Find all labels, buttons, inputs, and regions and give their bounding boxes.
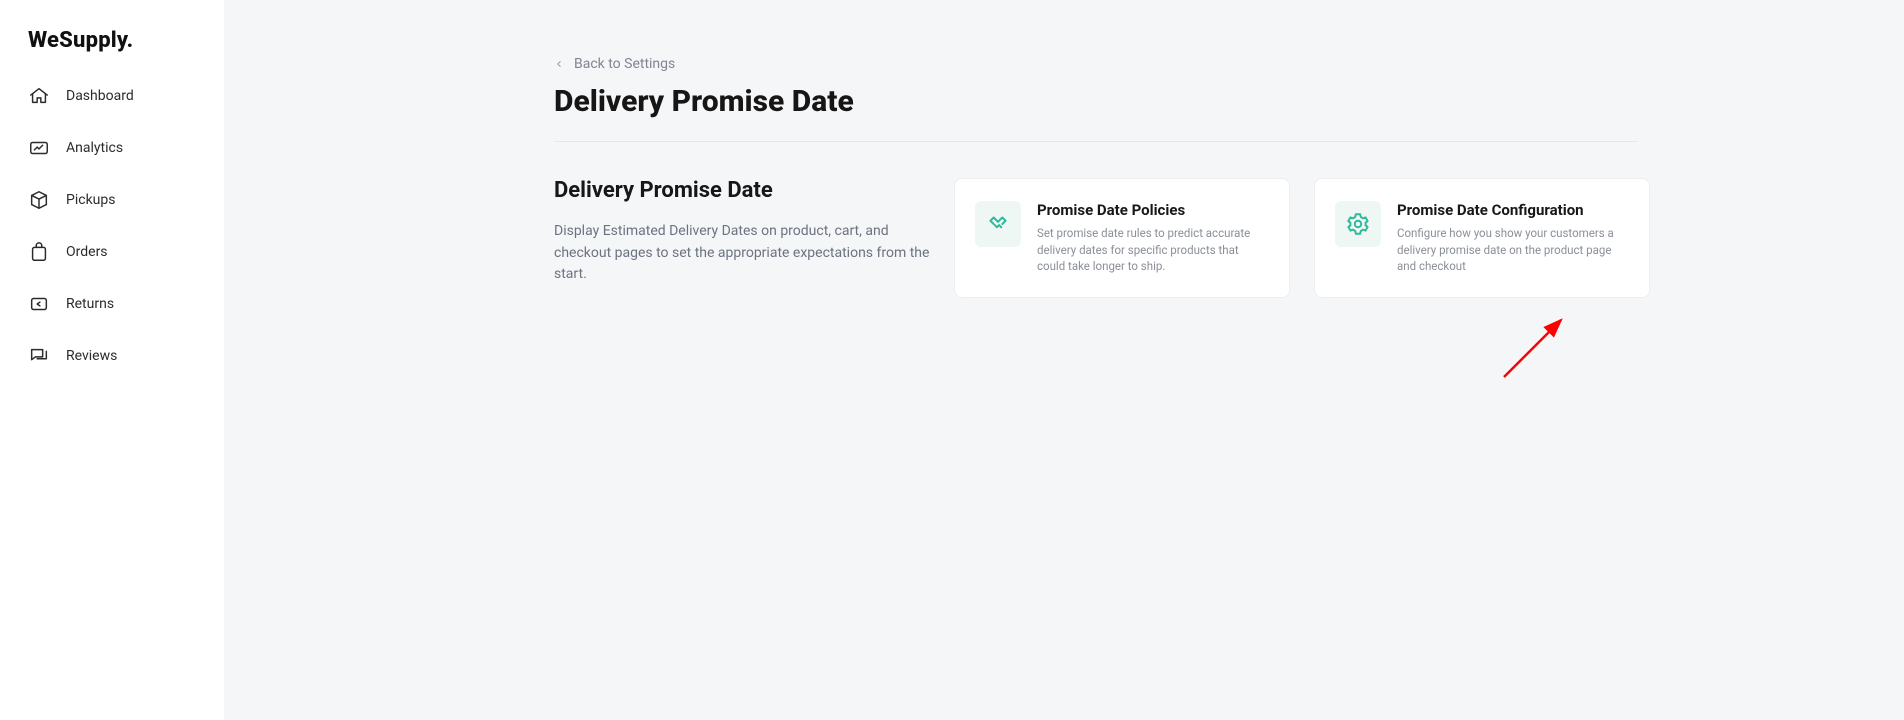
brand-logo: WeSupply.	[28, 28, 208, 53]
section-intro: Delivery Promise Date Display Estimated …	[554, 178, 930, 286]
content: Back to Settings Delivery Promise Date D…	[554, 56, 1638, 298]
card-title: Promise Date Configuration	[1397, 201, 1629, 219]
card-description: Configure how you show your customers a …	[1397, 225, 1629, 275]
sidebar-item-pickups[interactable]: Pickups	[28, 189, 208, 211]
back-to-settings-link[interactable]: Back to Settings	[554, 56, 1638, 72]
box-icon	[28, 189, 50, 211]
house-icon	[28, 85, 50, 107]
card-body: Promise Date Configuration Configure how…	[1397, 201, 1629, 275]
annotation-arrow	[1499, 312, 1579, 382]
nav-label: Analytics	[66, 140, 123, 156]
sidebar-item-reviews[interactable]: Reviews	[28, 345, 208, 367]
nav-label: Pickups	[66, 192, 115, 208]
section-title: Delivery Promise Date	[554, 178, 930, 203]
chat-icon	[28, 345, 50, 367]
nav-label: Dashboard	[66, 88, 134, 104]
chevron-left-icon	[554, 59, 564, 69]
page-title: Delivery Promise Date	[554, 84, 1638, 119]
main-area: Back to Settings Delivery Promise Date D…	[224, 0, 1904, 720]
card-description: Set promise date rules to predict accura…	[1037, 225, 1269, 275]
sidebar-nav: Dashboard Analytics Pickups	[28, 85, 208, 367]
back-link-label: Back to Settings	[574, 56, 675, 72]
divider	[554, 141, 1638, 142]
sidebar-item-dashboard[interactable]: Dashboard	[28, 85, 208, 107]
handshake-icon	[975, 201, 1021, 247]
section-row: Delivery Promise Date Display Estimated …	[554, 178, 1638, 298]
bag-icon	[28, 241, 50, 263]
nav-label: Returns	[66, 296, 114, 312]
card-body: Promise Date Policies Set promise date r…	[1037, 201, 1269, 275]
card-title: Promise Date Policies	[1037, 201, 1269, 219]
sidebar-item-analytics[interactable]: Analytics	[28, 137, 208, 159]
nav-label: Orders	[66, 244, 108, 260]
gear-icon	[1335, 201, 1381, 247]
return-icon	[28, 293, 50, 315]
analytics-icon	[28, 137, 50, 159]
card-promise-date-policies[interactable]: Promise Date Policies Set promise date r…	[954, 178, 1290, 298]
card-promise-date-configuration[interactable]: Promise Date Configuration Configure how…	[1314, 178, 1650, 298]
section-description: Display Estimated Delivery Dates on prod…	[554, 221, 930, 286]
sidebar-item-orders[interactable]: Orders	[28, 241, 208, 263]
sidebar-item-returns[interactable]: Returns	[28, 293, 208, 315]
cards: Promise Date Policies Set promise date r…	[954, 178, 1650, 298]
nav-label: Reviews	[66, 348, 117, 364]
sidebar: WeSupply. Dashboard Analytics	[0, 0, 224, 720]
